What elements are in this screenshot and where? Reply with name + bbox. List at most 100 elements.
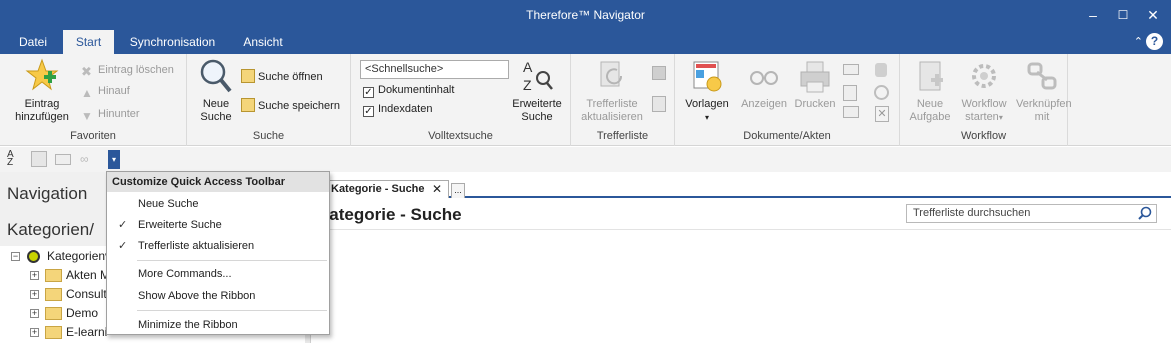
collapse-icon[interactable]: − xyxy=(11,252,20,261)
mail-icon[interactable] xyxy=(843,64,859,75)
svg-text:Z: Z xyxy=(523,77,532,93)
tab-kategorie-suche[interactable]: Kategorie - Suche ✕ xyxy=(325,180,449,198)
advanced-search-button[interactable]: A Z Erweiterte Suche xyxy=(510,58,564,124)
tab-datei[interactable]: Datei xyxy=(8,30,58,54)
start-workflow-button[interactable]: Workflow starten▾ xyxy=(956,58,1012,124)
expand-icon[interactable]: + xyxy=(30,271,39,280)
refresh-results-button[interactable]: Trefferliste aktualisieren xyxy=(577,58,647,124)
glasses-icon[interactable]: ∞ xyxy=(80,151,96,167)
document-tabs: Kategorie - Suche ✕ ... xyxy=(311,178,1171,198)
print-button[interactable]: Drucken xyxy=(791,58,839,111)
expand-icon[interactable]: + xyxy=(30,328,39,337)
print-list-icon[interactable] xyxy=(652,66,666,80)
group-workflow: Neue Aufgabe Workflow starten▾ Verknüpfe… xyxy=(900,54,1072,146)
group-label-volltextsuche: Volltextsuche xyxy=(428,130,493,142)
templates-button[interactable]: Vorlagen ▾ xyxy=(681,58,733,124)
close-tab-icon[interactable]: ✕ xyxy=(432,181,442,197)
new-task-label: Neue Aufgabe xyxy=(909,98,951,123)
menu-item-trefferliste-aktualisieren[interactable]: Trefferliste aktualisieren xyxy=(138,238,254,254)
tree-item-label: E-learni xyxy=(66,325,108,339)
new-search-button[interactable]: Neue Suche xyxy=(193,58,239,124)
refresh-results-label: Trefferliste aktualisieren xyxy=(581,98,643,123)
delete-document-icon[interactable]: ✕ xyxy=(875,106,889,122)
menu-item-neue-suche[interactable]: Neue Suche xyxy=(138,196,199,212)
refresh-list-icon[interactable] xyxy=(31,151,47,167)
arrow-up-icon: ▲ xyxy=(81,86,93,100)
export-list-icon[interactable] xyxy=(652,96,666,112)
folder-icon xyxy=(45,326,62,339)
move-up-button[interactable]: ▲ Hinauf xyxy=(81,83,130,100)
group-favoriten: Eintrag hinzufügen ✖ Eintrag löschen ▲ Hin… xyxy=(0,54,187,146)
menu-item-show-above-ribbon[interactable]: Show Above the Ribbon xyxy=(138,288,255,304)
open-search-button[interactable]: Suche öffnen xyxy=(241,69,323,85)
tab-ansicht[interactable]: Ansicht xyxy=(233,30,293,54)
new-task-button[interactable]: Neue Aufgabe xyxy=(905,58,955,124)
sort-az-search-icon: A Z xyxy=(523,59,553,93)
checkmark-icon: ✓ xyxy=(118,240,128,252)
document-export-icon[interactable] xyxy=(843,85,857,101)
document-link-icon[interactable] xyxy=(843,106,859,118)
group-label-favoriten: Favoriten xyxy=(70,130,116,142)
tab-start[interactable]: Start xyxy=(63,30,114,54)
index-data-checkbox[interactable]: ✓ Indexdaten xyxy=(363,102,432,117)
tree-item-label: Consult xyxy=(66,287,107,301)
quicksearch-input[interactable]: <Schnellsuche> xyxy=(360,60,509,79)
delete-entry-button[interactable]: ✖ Eintrag löschen xyxy=(81,62,174,79)
minimize-button[interactable]: – xyxy=(1078,0,1108,30)
page-title: Kategorie - Suche xyxy=(317,205,462,224)
menu-item-erweiterte-suche[interactable]: Erweiterte Suche xyxy=(138,217,222,233)
ribbon-tabs: Datei Start Synchronisation Ansicht ⌃ ? xyxy=(0,30,1171,54)
glasses-icon xyxy=(750,71,778,85)
collapse-ribbon-icon[interactable]: ⌃ xyxy=(1134,35,1143,48)
expand-icon[interactable]: + xyxy=(30,309,39,318)
view-button[interactable]: Anzeigen xyxy=(739,58,789,111)
menu-item-more-commands[interactable]: More Commands... xyxy=(138,266,232,282)
doc-content-checkbox[interactable]: ✓ Dokumentinhalt xyxy=(363,83,454,98)
result-search-placeholder: Trefferliste durchsuchen xyxy=(913,207,1031,219)
expand-icon[interactable]: + xyxy=(30,290,39,299)
group-suche: Neue Suche Suche öffnen Suche speichern … xyxy=(187,54,351,146)
chevron-down-icon: ▾ xyxy=(998,113,1003,122)
tree-item-label: Akten M xyxy=(66,268,111,282)
maximize-button[interactable]: ☐ xyxy=(1108,0,1138,30)
checkbox-checked-icon: ✓ xyxy=(363,106,374,117)
save-search-icon xyxy=(241,98,255,112)
doc-content-label: Dokumentinhalt xyxy=(378,84,455,96)
mail-icon[interactable] xyxy=(55,154,71,165)
tab-label: Kategorie - Suche xyxy=(331,183,425,195)
result-search-input[interactable]: Trefferliste durchsuchen xyxy=(906,204,1157,223)
more-tabs-button[interactable]: ... xyxy=(451,183,465,198)
print-label: Drucken xyxy=(794,98,836,110)
menu-header: Customize Quick Access Toolbar xyxy=(107,172,329,192)
link-with-label: Verknüpfen mit xyxy=(1016,98,1072,123)
move-down-button[interactable]: ▼ Hinunter xyxy=(81,106,140,123)
search-icon[interactable] xyxy=(1138,206,1152,220)
chevron-down-icon: ▾ xyxy=(704,113,709,122)
category-root-icon xyxy=(27,250,40,263)
sort-az-search-icon[interactable]: AZ xyxy=(7,150,23,168)
index-data-label: Indexdaten xyxy=(378,103,433,115)
tree-item-label: Kategorienv xyxy=(47,249,112,263)
folder-icon xyxy=(45,307,62,320)
customize-qat-dropdown[interactable]: ▾ xyxy=(108,150,120,169)
help-icon[interactable]: ? xyxy=(1146,33,1163,50)
clock-icon[interactable] xyxy=(874,85,889,100)
star-add-icon xyxy=(25,58,59,91)
add-entry-button[interactable]: Eintrag hinzufügen xyxy=(8,58,76,124)
shield-icon[interactable] xyxy=(875,63,887,77)
new-task-icon xyxy=(919,61,943,91)
group-trefferliste: Trefferliste aktualisieren Trefferliste xyxy=(571,54,675,146)
view-label: Anzeigen xyxy=(741,98,787,110)
tab-synchronisation[interactable]: Synchronisation xyxy=(120,30,225,54)
save-search-button[interactable]: Suche speichern xyxy=(241,98,340,114)
magnifier-icon xyxy=(200,59,232,93)
link-with-button[interactable]: Verknüpfen mit xyxy=(1016,58,1072,124)
checkbox-checked-icon: ✓ xyxy=(363,87,374,98)
new-search-label: Neue Suche xyxy=(200,98,232,123)
menu-separator xyxy=(137,310,327,311)
move-down-label: Hinunter xyxy=(98,108,140,120)
menu-item-minimize-ribbon[interactable]: Minimize the Ribbon xyxy=(138,317,238,333)
add-entry-label: Eintrag hinzufügen xyxy=(15,98,69,123)
workflow-gear-icon xyxy=(972,64,996,88)
close-button[interactable]: ✕ xyxy=(1138,0,1168,30)
